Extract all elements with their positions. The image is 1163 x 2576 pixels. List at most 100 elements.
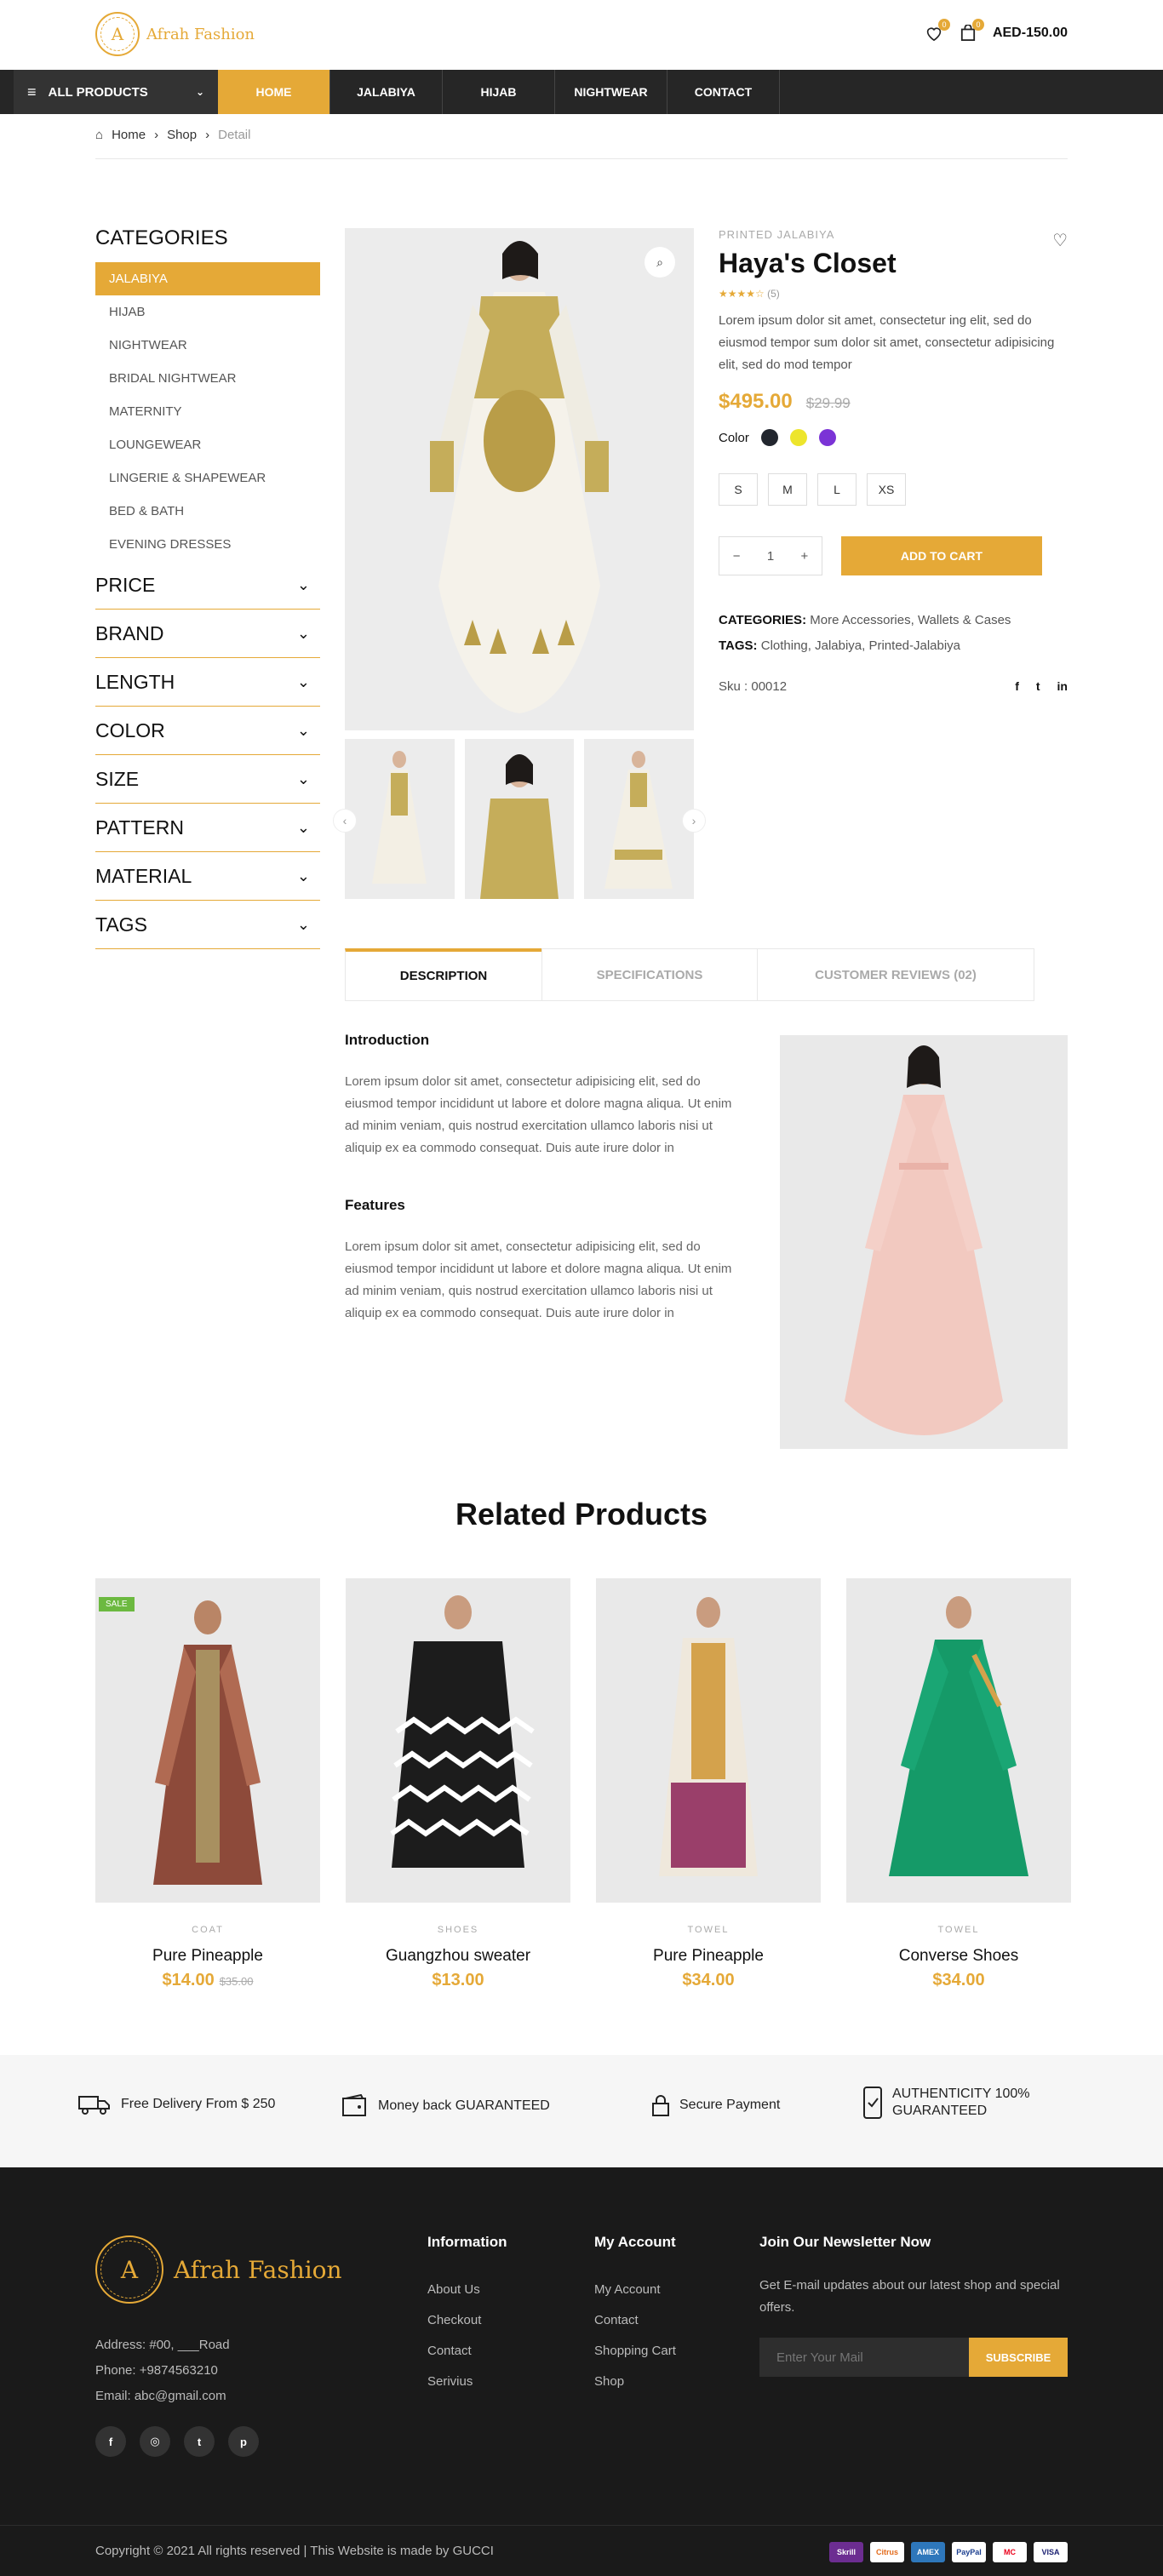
increment-button[interactable]: + — [801, 549, 809, 564]
chevron-down-icon: ⌄ — [296, 867, 310, 884]
product-category[interactable]: PRINTED JALABIYA — [719, 228, 1068, 241]
category-lingerie[interactable]: LINGERIE & SHAPEWEAR — [95, 461, 320, 495]
zoom-icon[interactable]: ⌕ — [645, 247, 675, 278]
product-image[interactable]: SALE — [95, 1578, 320, 1903]
product-name[interactable]: Pure Pineapple — [95, 1947, 320, 1966]
home-icon: ⌂ — [95, 128, 104, 142]
nav-nightwear[interactable]: NIGHTWEAR — [555, 70, 667, 114]
filter-length[interactable]: LENGTH ⌄ — [95, 658, 320, 707]
mastercard-icon: MC — [993, 2542, 1027, 2562]
quantity-value[interactable]: 1 — [767, 549, 774, 564]
decrement-button[interactable]: − — [733, 549, 741, 564]
facebook-icon[interactable]: f — [1015, 679, 1019, 694]
linkedin-icon[interactable]: in — [1057, 679, 1068, 694]
add-to-wishlist-icon[interactable]: ♡ — [1052, 230, 1068, 251]
tab-reviews[interactable]: CUSTOMER REVIEWS (02) — [757, 948, 1034, 1001]
category-bed-bath[interactable]: BED & BATH — [95, 495, 320, 528]
product-card[interactable]: SHOES Guangzhou sweater $13.00 — [346, 1578, 570, 1990]
size-option-l[interactable]: L — [817, 473, 856, 506]
thumbnail-3[interactable] — [584, 739, 695, 899]
product-card[interactable]: TOWEL Converse Shoes $34.00 — [846, 1578, 1071, 1990]
thumbnail-1[interactable] — [345, 739, 455, 899]
footer-link-services[interactable]: Serivius — [427, 2367, 507, 2397]
tab-specifications[interactable]: SPECIFICATIONS — [541, 948, 758, 1001]
nav-contact[interactable]: CONTACT — [667, 70, 780, 114]
breadcrumb-home[interactable]: Home — [112, 128, 146, 142]
color-swatch-black[interactable] — [760, 429, 778, 446]
category-nightwear[interactable]: NIGHTWEAR — [95, 329, 320, 362]
site-footer: A Afrah Fashion Address: #00, ___Road Ph… — [0, 2167, 1163, 2576]
quantity-stepper: − 1 + — [719, 536, 822, 575]
filter-size[interactable]: SIZE ⌄ — [95, 755, 320, 804]
size-option-xs[interactable]: XS — [867, 473, 906, 506]
twitter-icon[interactable]: t — [1036, 679, 1040, 694]
newsletter-email-input[interactable] — [759, 2338, 969, 2377]
product-sku: Sku : 00012 — [719, 679, 788, 694]
product-price: $34.00 — [596, 1971, 821, 1990]
thumbnail-2[interactable] — [464, 739, 575, 899]
category-loungewear[interactable]: LOUNGEWEAR — [95, 428, 320, 461]
footer-link-shop[interactable]: Shop — [594, 2367, 676, 2397]
breadcrumb-shop[interactable]: Shop — [167, 128, 197, 142]
product-image[interactable] — [346, 1578, 570, 1903]
footer-link-my-account[interactable]: My Account — [594, 2275, 676, 2305]
tab-description[interactable]: DESCRIPTION — [345, 948, 542, 1001]
cart-icon[interactable]: 0 — [959, 19, 984, 43]
filter-label: TAGS — [95, 913, 147, 936]
gallery-next-arrow[interactable]: › — [682, 809, 706, 833]
category-bridal-nightwear[interactable]: BRIDAL NIGHTWEAR — [95, 362, 320, 395]
product-card[interactable]: TOWEL Pure Pineapple $34.00 — [596, 1578, 821, 1990]
tags-value[interactable]: Clothing, Jalabiya, Printed-Jalabiya — [761, 638, 960, 653]
filter-brand[interactable]: BRAND ⌄ — [95, 610, 320, 658]
categories-value[interactable]: More Accessories, Wallets & Cases — [810, 613, 1011, 627]
footer-account: My Account My Account Contact Shopping C… — [594, 2234, 676, 2397]
nav-hijab[interactable]: HIJAB — [443, 70, 555, 114]
phone-check-icon — [863, 2087, 882, 2119]
all-products-dropdown[interactable]: ≡ ALL PRODUCTS ⌄ — [14, 70, 218, 114]
wishlist-icon[interactable]: 0 — [925, 19, 950, 43]
size-option-s[interactable]: S — [719, 473, 758, 506]
footer-link-cart[interactable]: Shopping Cart — [594, 2336, 676, 2367]
instagram-icon[interactable]: ◎ — [140, 2426, 170, 2457]
filter-price[interactable]: PRICE ⌄ — [95, 561, 320, 610]
filter-color[interactable]: COLOR ⌄ — [95, 707, 320, 755]
twitter-icon[interactable]: t — [184, 2426, 215, 2457]
product-name[interactable]: Guangzhou sweater — [346, 1947, 570, 1966]
filter-tags[interactable]: TAGS ⌄ — [95, 901, 320, 949]
nav-jalabiya[interactable]: JALABIYA — [330, 70, 443, 114]
color-swatch-purple[interactable] — [818, 429, 836, 446]
cart-total[interactable]: AED-150.00 — [993, 26, 1068, 41]
category-evening-dresses[interactable]: EVENING DRESSES — [95, 528, 320, 561]
category-hijab[interactable]: HIJAB — [95, 295, 320, 329]
product-tabs: DESCRIPTION SPECIFICATIONS CUSTOMER REVI… — [345, 948, 1034, 1001]
product-image[interactable] — [596, 1578, 821, 1903]
product-image[interactable] — [846, 1578, 1071, 1903]
cart-count: 0 — [971, 19, 984, 31]
product-name[interactable]: Converse Shoes — [846, 1947, 1071, 1966]
product-name[interactable]: Pure Pineapple — [596, 1947, 821, 1966]
subscribe-button[interactable]: SUBSCRIBE — [969, 2338, 1068, 2377]
pinterest-icon[interactable]: p — [228, 2426, 259, 2457]
color-swatch-yellow[interactable] — [789, 429, 807, 446]
star-icons: ★★★★☆ — [719, 288, 765, 300]
product-rating: ★★★★☆ (5) — [719, 288, 1068, 300]
add-to-cart-button[interactable]: ADD TO CART — [841, 536, 1042, 575]
size-option-m[interactable]: M — [768, 473, 807, 506]
product-main-image[interactable]: ⌕ — [345, 228, 694, 730]
nav-home[interactable]: HOME — [218, 70, 330, 114]
category-jalabiya[interactable]: JALABIYA — [95, 262, 320, 295]
facebook-icon[interactable]: f — [95, 2426, 126, 2457]
footer-link-contact[interactable]: Contact — [594, 2305, 676, 2336]
chevron-down-icon: ⌄ — [195, 86, 204, 98]
gallery-prev-arrow[interactable]: ‹ — [333, 809, 357, 833]
footer-link-about[interactable]: About Us — [427, 2275, 507, 2305]
filter-material[interactable]: MATERIAL ⌄ — [95, 852, 320, 901]
copyright: Copyright © 2021 All rights reserved | T… — [95, 2544, 494, 2558]
footer-link-checkout[interactable]: Checkout — [427, 2305, 507, 2336]
category-maternity[interactable]: MATERNITY — [95, 395, 320, 428]
product-card[interactable]: SALE COAT Pure Pineapple $14.00 $35.00 — [95, 1578, 320, 1990]
footer-link-contact[interactable]: Contact — [427, 2336, 507, 2367]
brand-logo[interactable]: A Afrah Fashion — [95, 12, 255, 56]
footer-logo[interactable]: A Afrah Fashion — [95, 2235, 342, 2304]
filter-pattern[interactable]: PATTERN ⌄ — [95, 804, 320, 852]
